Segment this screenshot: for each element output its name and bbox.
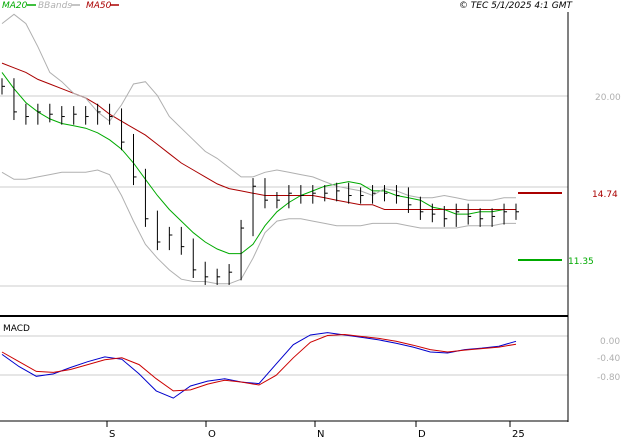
macd-series-group [1, 332, 517, 399]
ma20-marker-value: 11.35 [568, 257, 594, 267]
legend-ma50: MA50 [86, 1, 112, 11]
x-tick-d: D [418, 429, 426, 440]
macd-line-macd [1, 332, 517, 399]
stock-chart: MA20 BBands MA50 © TEC 5/1/2025 4:1 GMT … [0, 1, 621, 440]
copyright-text: © TEC 5/1/2025 4:1 GMT [459, 1, 574, 11]
legend-bbands: BBands [38, 1, 72, 11]
x-tick-n: N [317, 429, 324, 440]
y-tick-macd-m080: -0.80 [597, 373, 621, 383]
macd-label: MACD [3, 324, 30, 334]
x-tick-s: S [109, 429, 115, 440]
ma50-marker-value: 14.74 [592, 190, 618, 200]
y-tick-macd-0: 0.00 [600, 337, 620, 347]
x-axis: S O N D 25 [106, 421, 525, 440]
y-tick-price-20: 20.00 [595, 93, 621, 103]
series-line-ma50 [1, 62, 516, 210]
macd-line-signal [1, 333, 517, 392]
x-tick-o: O [208, 429, 216, 440]
series-line-ma20 [1, 72, 516, 255]
y-tick-macd-m040: -0.40 [597, 354, 621, 364]
price-series-group [1, 13, 519, 285]
legend-ma20: MA20 [2, 1, 28, 11]
x-tick-25: 25 [512, 429, 525, 440]
